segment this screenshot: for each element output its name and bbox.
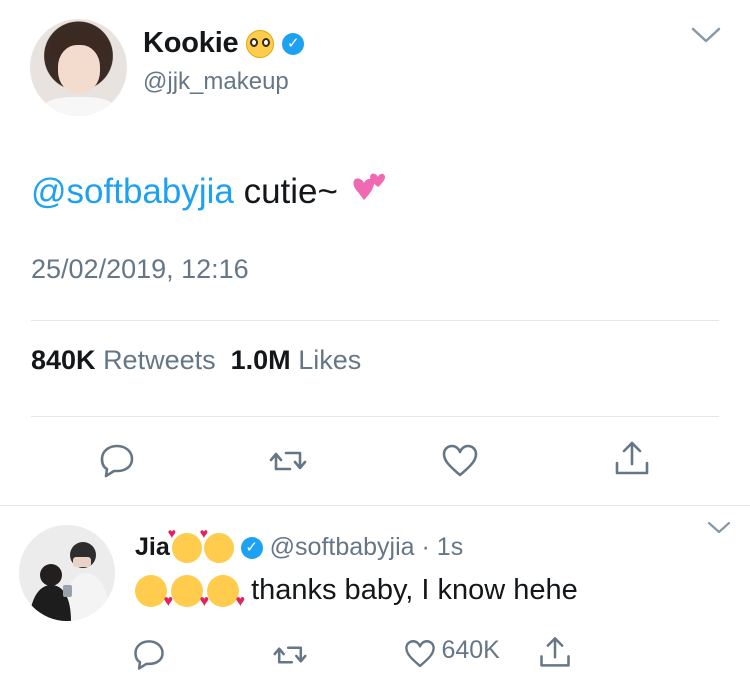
divider: [31, 416, 719, 417]
tweet-text: @softbabyjia cutie~: [31, 172, 390, 214]
retweets-count: 840K: [31, 345, 96, 375]
pleading-face-emoji-icon: [246, 30, 275, 59]
smiling-face-with-hearts-emoji-icon: [168, 525, 202, 564]
author-handle[interactable]: @jjk_makeup: [143, 68, 289, 96]
chevron-down-icon[interactable]: [706, 520, 732, 536]
two-hearts-icon: [353, 173, 385, 200]
likes-stat[interactable]: 1.0M Likes: [231, 345, 362, 375]
meta-separator: ·: [414, 533, 437, 561]
heart-icon[interactable]: [403, 637, 437, 671]
chevron-down-icon[interactable]: [690, 25, 722, 45]
author-name-row[interactable]: Kookie ✓: [143, 27, 305, 60]
reply-header: Jia ✓ @softbabyjia · 1s: [135, 525, 463, 564]
share-icon[interactable]: [612, 437, 652, 477]
reply-time[interactable]: 1s: [437, 533, 463, 561]
verified-badge-icon: ✓: [240, 537, 263, 560]
divider: [31, 320, 719, 321]
share-icon[interactable]: [537, 633, 573, 669]
face-blowing-kiss-emoji-icon: [135, 575, 173, 611]
likes-label: Likes: [298, 345, 362, 375]
face-blowing-kiss-emoji-icon: [171, 575, 209, 611]
author-name[interactable]: Kookie: [143, 27, 239, 59]
engagement-stats: 840K Retweets 1.0M Likes: [31, 345, 361, 376]
smiling-face-with-hearts-emoji-icon: [200, 525, 234, 564]
author-avatar[interactable]: [30, 19, 127, 116]
reply-text: thanks baby, I know hehe: [251, 574, 578, 606]
reply-text-row: thanks baby, I know hehe: [135, 574, 578, 611]
mention-link[interactable]: @softbabyjia: [31, 172, 234, 211]
tweet-body-text: cutie~: [233, 172, 338, 211]
reply-like-action[interactable]: 640K: [403, 636, 500, 671]
face-blowing-kiss-emoji-icon: [207, 575, 245, 611]
reply-author-handle[interactable]: @softbabyjia: [270, 533, 415, 561]
section-separator: [0, 505, 750, 506]
reply-icon[interactable]: [131, 636, 167, 672]
tweet-timestamp[interactable]: 25/02/2019, 12:16: [31, 254, 249, 285]
reply-author-name[interactable]: Jia: [135, 533, 170, 561]
reply-author-avatar[interactable]: [19, 525, 115, 621]
likes-count: 1.0M: [230, 345, 291, 375]
retweet-stat[interactable]: 840K Retweets: [31, 345, 216, 375]
reply-icon[interactable]: [97, 440, 137, 480]
reply-like-count: 640K: [441, 636, 500, 664]
heart-icon[interactable]: [440, 441, 480, 481]
retweet-icon[interactable]: [272, 637, 308, 673]
retweets-label: Retweets: [103, 345, 216, 375]
retweet-icon[interactable]: [268, 441, 308, 481]
verified-badge-icon: ✓: [282, 33, 305, 56]
